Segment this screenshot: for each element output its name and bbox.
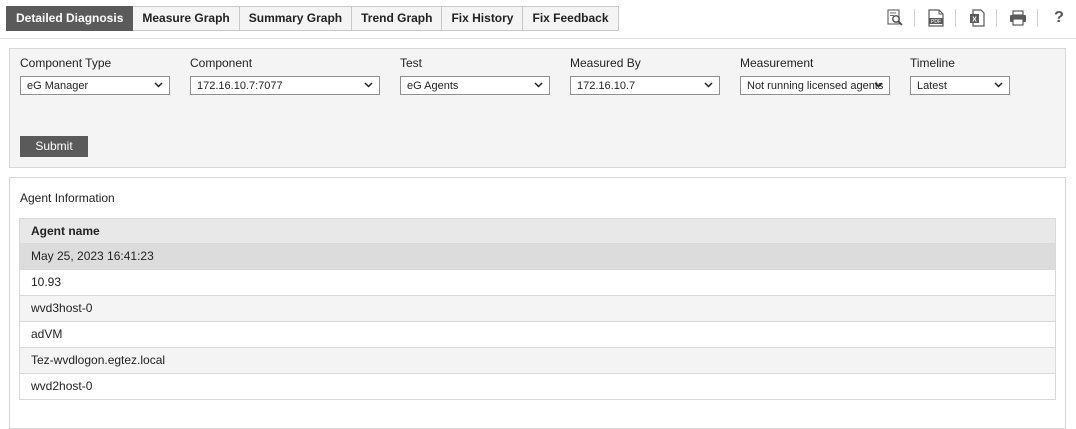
tab-detailed-diagnosis[interactable]: Detailed Diagnosis [6,6,134,31]
toolbar-divider [1037,9,1038,27]
toolbar-divider [955,9,956,27]
measurement-field: Measurement Not running licensed agents [740,56,890,95]
table-row: wvd2host-0 [19,374,1056,400]
agent-table: Agent name May 25, 2023 16:41:23 10.93 w… [19,218,1056,400]
table-row: Tez-wvdlogon.egtez.local [19,348,1056,374]
measured-by-value: 172.16.10.7 [577,80,636,92]
measurement-select[interactable]: Not running licensed agents [740,76,890,95]
test-select[interactable]: eG Agents [400,76,550,95]
component-type-value: eG Manager [27,80,89,92]
measured-by-select[interactable]: 172.16.10.7 [570,76,720,95]
tab-summary-graph[interactable]: Summary Graph [239,6,353,31]
tab-fix-feedback[interactable]: Fix Feedback [523,6,619,31]
component-type-field: Component Type eG Manager [20,56,170,95]
table-row: 10.93 [19,270,1056,296]
component-field: Component 172.16.10.7:7077 [190,56,380,95]
tab-bar: Detailed Diagnosis Measure Graph Summary… [0,0,1076,39]
tab-measure-graph[interactable]: Measure Graph [133,6,240,31]
component-select[interactable]: 172.16.10.7:7077 [190,76,380,95]
chevron-down-icon [994,82,1003,88]
filter-panel: Component Type eG Manager Component 172.… [9,48,1066,168]
timeline-label: Timeline [910,56,955,70]
chevron-down-icon [364,82,373,88]
tab-trend-graph[interactable]: Trend Graph [352,6,443,31]
measurement-label: Measurement [740,56,814,70]
print-icon[interactable] [1007,7,1029,29]
test-label: Test [400,56,423,70]
chevron-down-icon [534,82,543,88]
chevron-down-icon [704,82,713,88]
table-row: adVM [19,322,1056,348]
excel-icon[interactable]: X [966,7,988,29]
chevron-down-icon [154,82,163,88]
test-field: Test eG Agents [400,56,550,95]
test-value: eG Agents [407,80,459,92]
timeline-select[interactable]: Latest [910,76,1010,95]
chevron-down-icon [874,82,883,88]
component-type-select[interactable]: eG Manager [20,76,170,95]
table-row: wvd3host-0 [19,296,1056,322]
component-type-label: Component Type [20,56,112,70]
panel-title: Agent Information [20,191,115,205]
excel-icon-label: X [972,16,977,23]
component-label: Component [190,56,253,70]
pdf-icon[interactable]: PDF [925,7,947,29]
agent-information-panel: Agent Information Agent name May 25, 202… [9,177,1066,429]
column-header-agent-name[interactable]: Agent name [19,218,1056,244]
measured-by-label: Measured By [570,56,641,70]
toolbar-divider [914,9,915,27]
timestamp-row: May 25, 2023 16:41:23 [19,244,1056,270]
measured-by-field: Measured By 172.16.10.7 [570,56,720,95]
tab-list: Detailed Diagnosis Measure Graph Summary… [6,6,619,31]
toolbar: PDF X ? [874,7,1070,29]
timeline-field: Timeline Latest [910,56,1010,95]
submit-button[interactable]: Submit [20,136,88,157]
help-icon[interactable]: ? [1048,7,1070,29]
pdf-icon-label: PDF [931,19,941,25]
search-report-icon[interactable] [884,7,906,29]
tab-fix-history[interactable]: Fix History [442,6,524,31]
toolbar-divider [996,9,997,27]
measurement-value: Not running licensed agents [747,80,884,92]
component-value: 172.16.10.7:7077 [197,80,283,92]
